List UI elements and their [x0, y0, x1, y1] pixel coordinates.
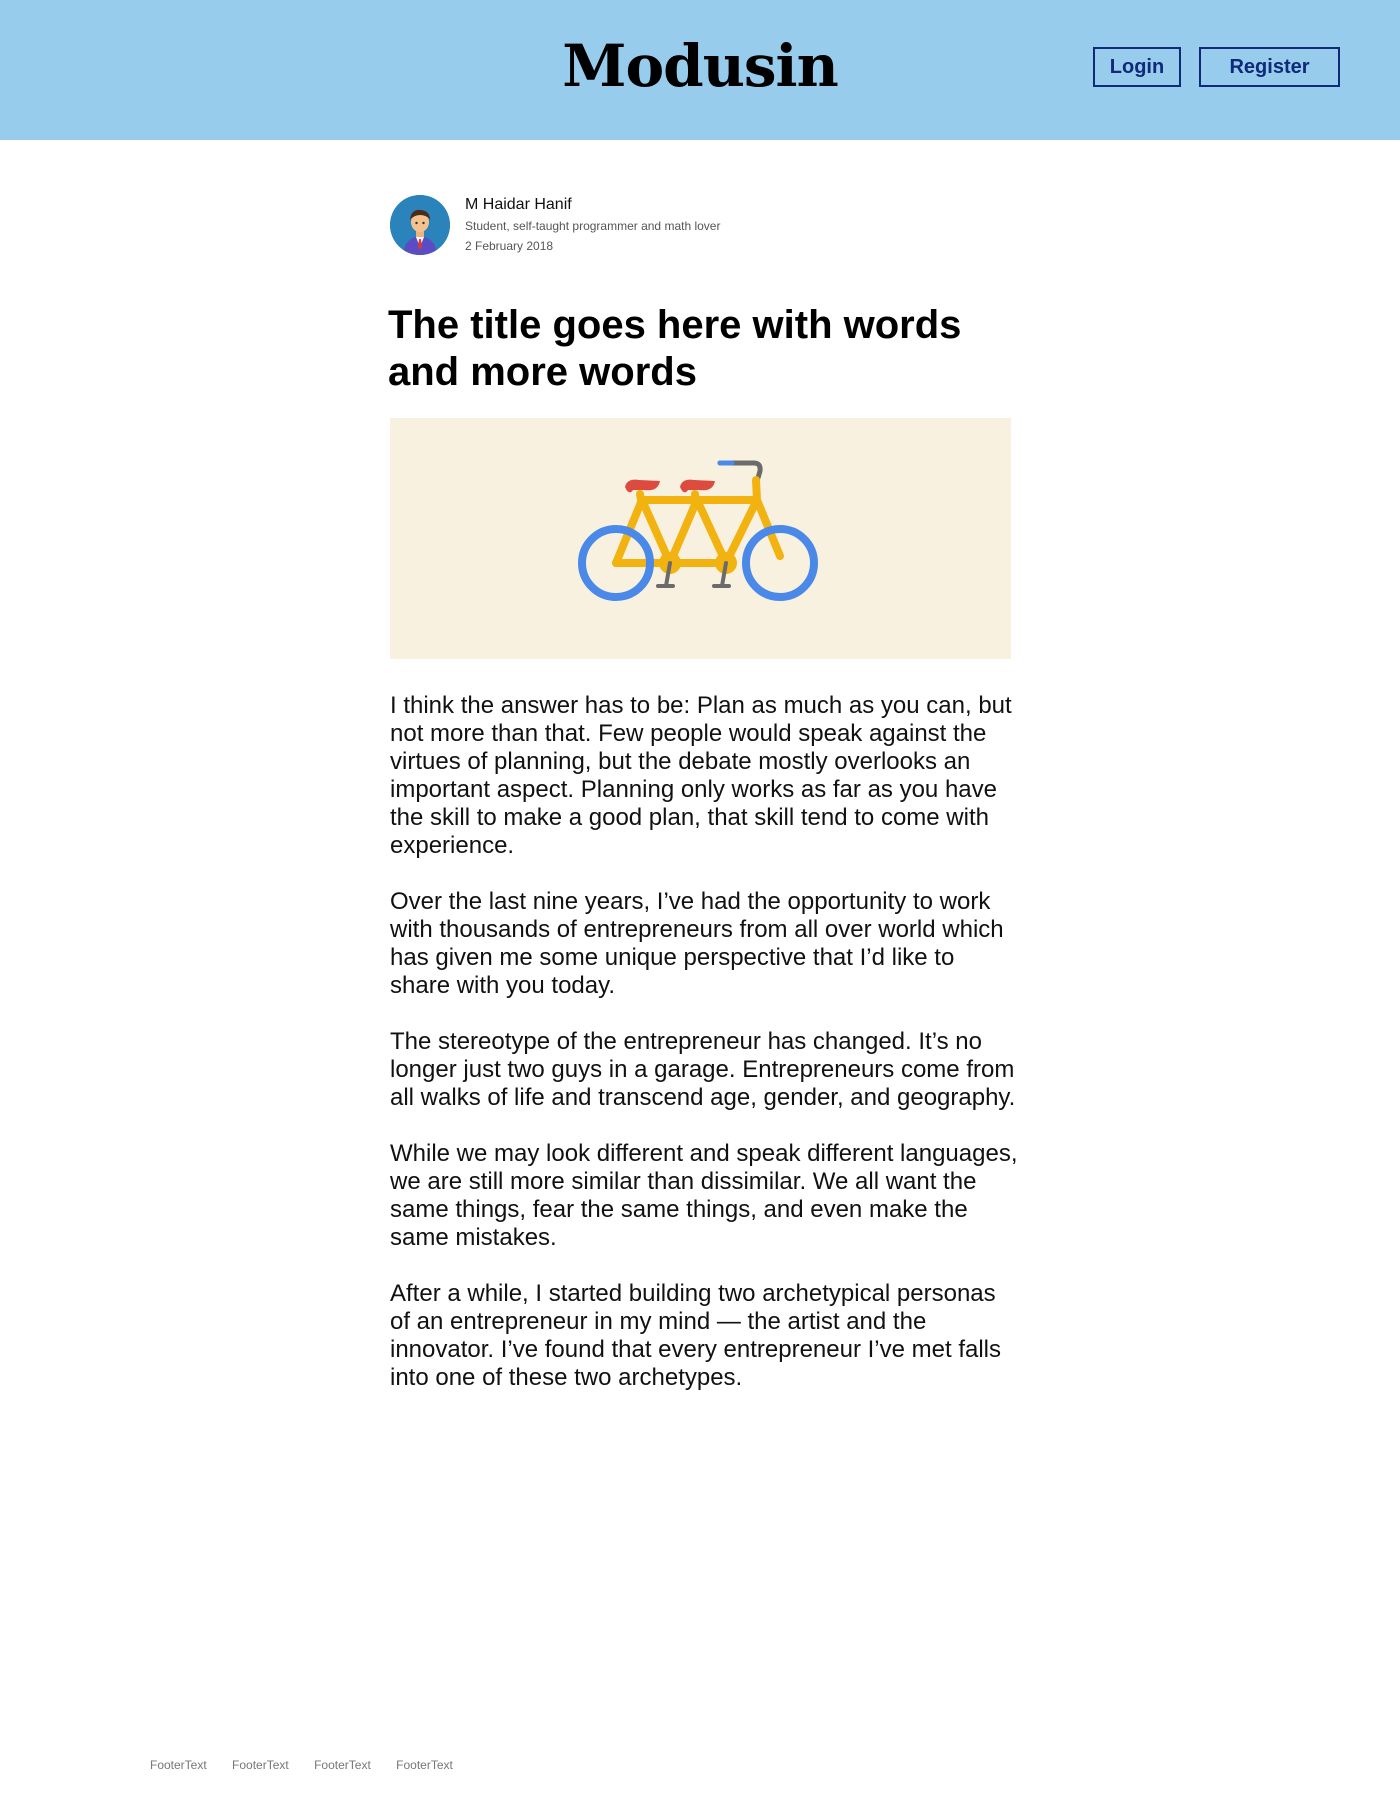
site-footer: FooterText FooterText FooterText FooterT… — [150, 1757, 475, 1773]
tandem-bicycle-icon — [578, 460, 818, 601]
person-icon — [390, 195, 450, 255]
site-header: Modusin Login Register — [0, 0, 1400, 140]
article-paragraph: After a while, I started building two ar… — [390, 1280, 1002, 1391]
footer-link[interactable]: FooterText — [396, 1758, 453, 1772]
article-paragraph: I think the answer has to be: Plan as mu… — [390, 692, 1012, 859]
footer-link[interactable]: FooterText — [232, 1758, 289, 1772]
article-paragraph: Over the last nine years, I’ve had the o… — [390, 888, 1004, 999]
register-button[interactable]: Register — [1199, 47, 1340, 87]
publish-date: 2 February 2018 — [465, 239, 554, 253]
login-button[interactable]: Login — [1093, 47, 1181, 87]
author-bio: Student, self-taught programmer and math… — [465, 219, 721, 233]
article-paragraph: While we may look different and speak di… — [390, 1140, 1018, 1251]
article-paragraph: The stereotype of the entrepreneur has c… — [390, 1028, 1016, 1111]
footer-link[interactable]: FooterText — [150, 1758, 207, 1772]
article-body: I think the answer has to be: Plan as mu… — [390, 692, 1020, 1420]
site-logo[interactable]: Modusin — [0, 26, 1400, 106]
author-name[interactable]: M Haidar Hanif — [465, 195, 572, 215]
avatar[interactable] — [390, 195, 450, 255]
article-title: The title goes here with words and more … — [388, 303, 962, 394]
footer-link[interactable]: FooterText — [314, 1758, 371, 1772]
hero-image — [390, 418, 1011, 659]
author-block: M Haidar Hanif Student, self-taught prog… — [390, 195, 1010, 257]
